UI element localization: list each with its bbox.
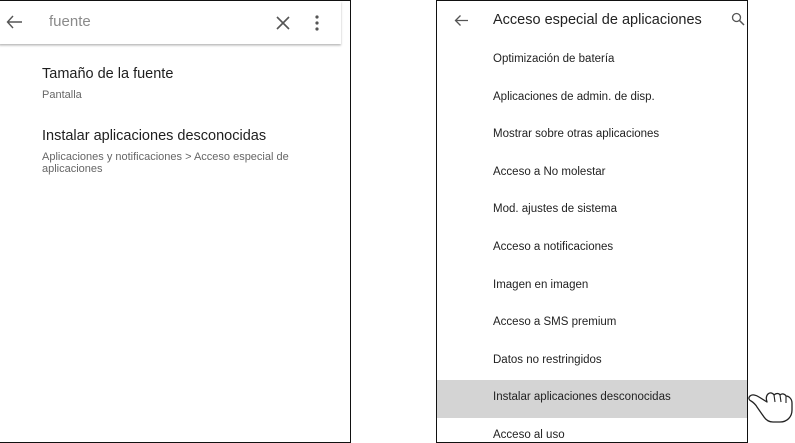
result-title: Instalar aplicaciones desconocidas	[42, 128, 267, 144]
search-icon[interactable]	[731, 12, 745, 26]
list-item[interactable]: Optimización de batería	[437, 42, 747, 80]
result-title: Tamaño de la fuente	[42, 66, 174, 82]
page-title: Acceso especial de aplicaciones	[493, 12, 702, 28]
search-result-item[interactable]: Instalar aplicaciones desconocidas Aplic…	[42, 127, 322, 175]
list-item[interactable]: Acceso a No molestar	[437, 155, 747, 193]
list-item-label: Optimización de batería	[493, 53, 615, 65]
list-item[interactable]: Mod. ajustes de sistema	[437, 192, 747, 230]
list-item[interactable]: Datos no restringidos	[437, 343, 747, 381]
list-item[interactable]: Imagen en imagen	[437, 268, 747, 306]
result-subtitle: Aplicaciones y notificaciones > Acceso e…	[42, 151, 289, 175]
list-item[interactable]: Acceso a SMS premium	[437, 305, 747, 343]
result-subtitle: Pantalla	[42, 89, 82, 101]
list-item-label: Mostrar sobre otras aplicaciones	[493, 128, 660, 141]
back-arrow-icon[interactable]	[5, 12, 25, 32]
app-bar: Acceso especial de aplicaciones	[437, 1, 747, 43]
search-result-item[interactable]: Tamaño de la fuente Pantalla	[42, 65, 322, 101]
special-app-access-screen: Acceso especial de aplicaciones Optimiza…	[436, 0, 748, 443]
back-arrow-icon[interactable]	[454, 13, 469, 28]
search-input[interactable]: fuente	[49, 13, 91, 30]
list-item-label: Acceso a No molestar	[493, 165, 606, 178]
list-item-label: Mod. ajustes de sistema	[493, 203, 618, 216]
list-item[interactable]: Aplicaciones de admin. de disp.	[437, 80, 747, 118]
pointing-hand-icon	[748, 392, 793, 423]
list-item-label: Acceso a notificaciones	[493, 240, 614, 253]
search-bar: fuente	[0, 1, 341, 44]
list-item[interactable]: Acceso a notificaciones	[437, 230, 747, 268]
list-item-selected[interactable]: Instalar aplicaciones desconocidas	[437, 380, 747, 418]
settings-list: Optimización de batería Aplicaciones de …	[437, 42, 747, 442]
list-item-label: Aplicaciones de admin. de disp.	[493, 90, 655, 103]
close-icon[interactable]	[275, 15, 291, 31]
list-item-label: Acceso al uso	[493, 428, 565, 441]
list-item-label: Instalar aplicaciones desconocidas	[493, 391, 671, 404]
more-vert-icon[interactable]	[314, 14, 320, 32]
list-item[interactable]: Acceso al uso	[437, 418, 747, 442]
search-screen: fuente Tamaño de la fuente Pantalla Inst…	[0, 0, 351, 443]
list-item-label: Acceso a SMS premium	[493, 316, 617, 329]
list-item-label: Datos no restringidos	[493, 353, 602, 366]
list-item-label: Imagen en imagen	[493, 278, 589, 291]
list-item[interactable]: Mostrar sobre otras aplicaciones	[437, 117, 747, 155]
